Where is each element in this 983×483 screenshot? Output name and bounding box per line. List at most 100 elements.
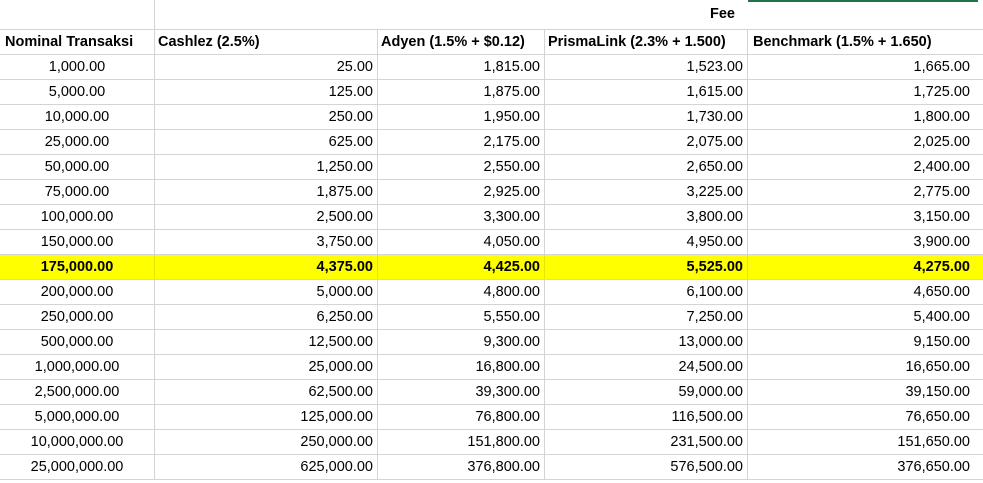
- adyen-cell[interactable]: 1,950.00: [378, 105, 545, 129]
- nominal-cell[interactable]: 175,000.00: [0, 255, 155, 279]
- cashlez-cell[interactable]: 250,000.00: [155, 430, 378, 454]
- cashlez-cell[interactable]: 1,250.00: [155, 155, 378, 179]
- prismalink-cell[interactable]: 7,250.00: [545, 305, 748, 329]
- benchmark-cell[interactable]: 4,275.00: [748, 255, 983, 279]
- prismalink-cell[interactable]: 6,100.00: [545, 280, 748, 304]
- prismalink-cell[interactable]: 59,000.00: [545, 380, 748, 404]
- table-row: 250,000.00 6,250.00 5,550.00 7,250.00 5,400.…: [0, 305, 983, 330]
- adyen-cell[interactable]: 5,550.00: [378, 305, 545, 329]
- table-row: 75,000.00 1,875.00 2,925.00 3,225.00 2,775.0…: [0, 180, 983, 205]
- table-row: 150,000.00 3,750.00 4,050.00 4,950.00 3,900.…: [0, 230, 983, 255]
- adyen-cell[interactable]: 76,800.00: [378, 405, 545, 429]
- benchmark-cell[interactable]: 376,650.00: [748, 455, 983, 479]
- prismalink-cell[interactable]: 3,225.00: [545, 180, 748, 204]
- table-row: 100,000.00 2,500.00 3,300.00 3,800.00 3,150.…: [0, 205, 983, 230]
- nominal-cell[interactable]: 100,000.00: [0, 205, 155, 229]
- nominal-cell[interactable]: 75,000.00: [0, 180, 155, 204]
- cashlez-cell[interactable]: 12,500.00: [155, 330, 378, 354]
- cashlez-cell[interactable]: 1,875.00: [155, 180, 378, 204]
- table-row: 2,500,000.00 62,500.00 39,300.00 59,000.00 3…: [0, 380, 983, 405]
- nominal-cell[interactable]: 1,000,000.00: [0, 355, 155, 379]
- table-row: 50,000.00 1,250.00 2,550.00 2,650.00 2,400.0…: [0, 155, 983, 180]
- prismalink-cell[interactable]: 1,523.00: [545, 55, 748, 79]
- benchmark-cell[interactable]: 1,725.00: [748, 80, 983, 104]
- adyen-cell[interactable]: 4,425.00: [378, 255, 545, 279]
- nominal-cell[interactable]: 150,000.00: [0, 230, 155, 254]
- header-benchmark[interactable]: Benchmark (1.5% + 1.650): [748, 30, 983, 54]
- nominal-cell[interactable]: 25,000.00: [0, 130, 155, 154]
- cashlez-cell[interactable]: 4,375.00: [155, 255, 378, 279]
- nominal-cell[interactable]: 250,000.00: [0, 305, 155, 329]
- adyen-cell[interactable]: 376,800.00: [378, 455, 545, 479]
- prismalink-cell[interactable]: 116,500.00: [545, 405, 748, 429]
- cashlez-cell[interactable]: 125.00: [155, 80, 378, 104]
- cashlez-cell[interactable]: 625,000.00: [155, 455, 378, 479]
- prismalink-cell[interactable]: 1,615.00: [545, 80, 748, 104]
- header-nominal-transaksi[interactable]: Nominal Transaksi: [0, 30, 155, 54]
- table-row: 1,000.00 25.00 1,815.00 1,523.00 1,665.00: [0, 55, 983, 80]
- table-row: 25,000,000.00 625,000.00 376,800.00 576,500…: [0, 455, 983, 480]
- fee-group-header[interactable]: Fee: [700, 6, 745, 22]
- prismalink-cell[interactable]: 576,500.00: [545, 455, 748, 479]
- adyen-cell[interactable]: 39,300.00: [378, 380, 545, 404]
- adyen-cell[interactable]: 2,175.00: [378, 130, 545, 154]
- cashlez-cell[interactable]: 25.00: [155, 55, 378, 79]
- nominal-cell[interactable]: 10,000.00: [0, 105, 155, 129]
- nominal-cell[interactable]: 1,000.00: [0, 55, 155, 79]
- cashlez-cell[interactable]: 250.00: [155, 105, 378, 129]
- benchmark-cell[interactable]: 4,650.00: [748, 280, 983, 304]
- header-prismalink[interactable]: PrismaLink (2.3% + 1.500): [545, 30, 748, 54]
- prismalink-cell[interactable]: 231,500.00: [545, 430, 748, 454]
- cashlez-cell[interactable]: 25,000.00: [155, 355, 378, 379]
- adyen-cell[interactable]: 3,300.00: [378, 205, 545, 229]
- benchmark-cell[interactable]: 39,150.00: [748, 380, 983, 404]
- benchmark-cell[interactable]: 2,775.00: [748, 180, 983, 204]
- nominal-cell[interactable]: 50,000.00: [0, 155, 155, 179]
- adyen-cell[interactable]: 1,815.00: [378, 55, 545, 79]
- nominal-cell[interactable]: 5,000,000.00: [0, 405, 155, 429]
- header-cashlez[interactable]: Cashlez (2.5%): [155, 30, 378, 54]
- prismalink-cell[interactable]: 5,525.00: [545, 255, 748, 279]
- cashlez-cell[interactable]: 125,000.00: [155, 405, 378, 429]
- benchmark-cell[interactable]: 151,650.00: [748, 430, 983, 454]
- adyen-cell[interactable]: 2,925.00: [378, 180, 545, 204]
- adyen-cell[interactable]: 2,550.00: [378, 155, 545, 179]
- nominal-cell[interactable]: 200,000.00: [0, 280, 155, 304]
- adyen-cell[interactable]: 151,800.00: [378, 430, 545, 454]
- cashlez-cell[interactable]: 6,250.00: [155, 305, 378, 329]
- benchmark-cell[interactable]: 9,150.00: [748, 330, 983, 354]
- prismalink-cell[interactable]: 2,075.00: [545, 130, 748, 154]
- nominal-cell[interactable]: 2,500,000.00: [0, 380, 155, 404]
- nominal-cell[interactable]: 10,000,000.00: [0, 430, 155, 454]
- prismalink-cell[interactable]: 1,730.00: [545, 105, 748, 129]
- adyen-cell[interactable]: 4,800.00: [378, 280, 545, 304]
- benchmark-cell[interactable]: 3,150.00: [748, 205, 983, 229]
- cashlez-cell[interactable]: 62,500.00: [155, 380, 378, 404]
- cashlez-cell[interactable]: 2,500.00: [155, 205, 378, 229]
- prismalink-cell[interactable]: 2,650.00: [545, 155, 748, 179]
- prismalink-cell[interactable]: 13,000.00: [545, 330, 748, 354]
- prismalink-cell[interactable]: 24,500.00: [545, 355, 748, 379]
- header-adyen[interactable]: Adyen (1.5% + $0.12): [378, 30, 545, 54]
- benchmark-cell[interactable]: 1,665.00: [748, 55, 983, 79]
- benchmark-cell[interactable]: 16,650.00: [748, 355, 983, 379]
- benchmark-cell[interactable]: 2,025.00: [748, 130, 983, 154]
- benchmark-cell[interactable]: 5,400.00: [748, 305, 983, 329]
- nominal-cell[interactable]: 500,000.00: [0, 330, 155, 354]
- prismalink-cell[interactable]: 3,800.00: [545, 205, 748, 229]
- benchmark-cell[interactable]: 2,400.00: [748, 155, 983, 179]
- nominal-cell[interactable]: 25,000,000.00: [0, 455, 155, 479]
- benchmark-cell[interactable]: 3,900.00: [748, 230, 983, 254]
- adyen-cell[interactable]: 4,050.00: [378, 230, 545, 254]
- cashlez-cell[interactable]: 5,000.00: [155, 280, 378, 304]
- adyen-cell[interactable]: 9,300.00: [378, 330, 545, 354]
- prismalink-cell[interactable]: 4,950.00: [545, 230, 748, 254]
- adyen-cell[interactable]: 16,800.00: [378, 355, 545, 379]
- cashlez-cell[interactable]: 625.00: [155, 130, 378, 154]
- table-row: 5,000,000.00 125,000.00 76,800.00 116,500.0…: [0, 405, 983, 430]
- cashlez-cell[interactable]: 3,750.00: [155, 230, 378, 254]
- benchmark-cell[interactable]: 1,800.00: [748, 105, 983, 129]
- benchmark-cell[interactable]: 76,650.00: [748, 405, 983, 429]
- adyen-cell[interactable]: 1,875.00: [378, 80, 545, 104]
- nominal-cell[interactable]: 5,000.00: [0, 80, 155, 104]
